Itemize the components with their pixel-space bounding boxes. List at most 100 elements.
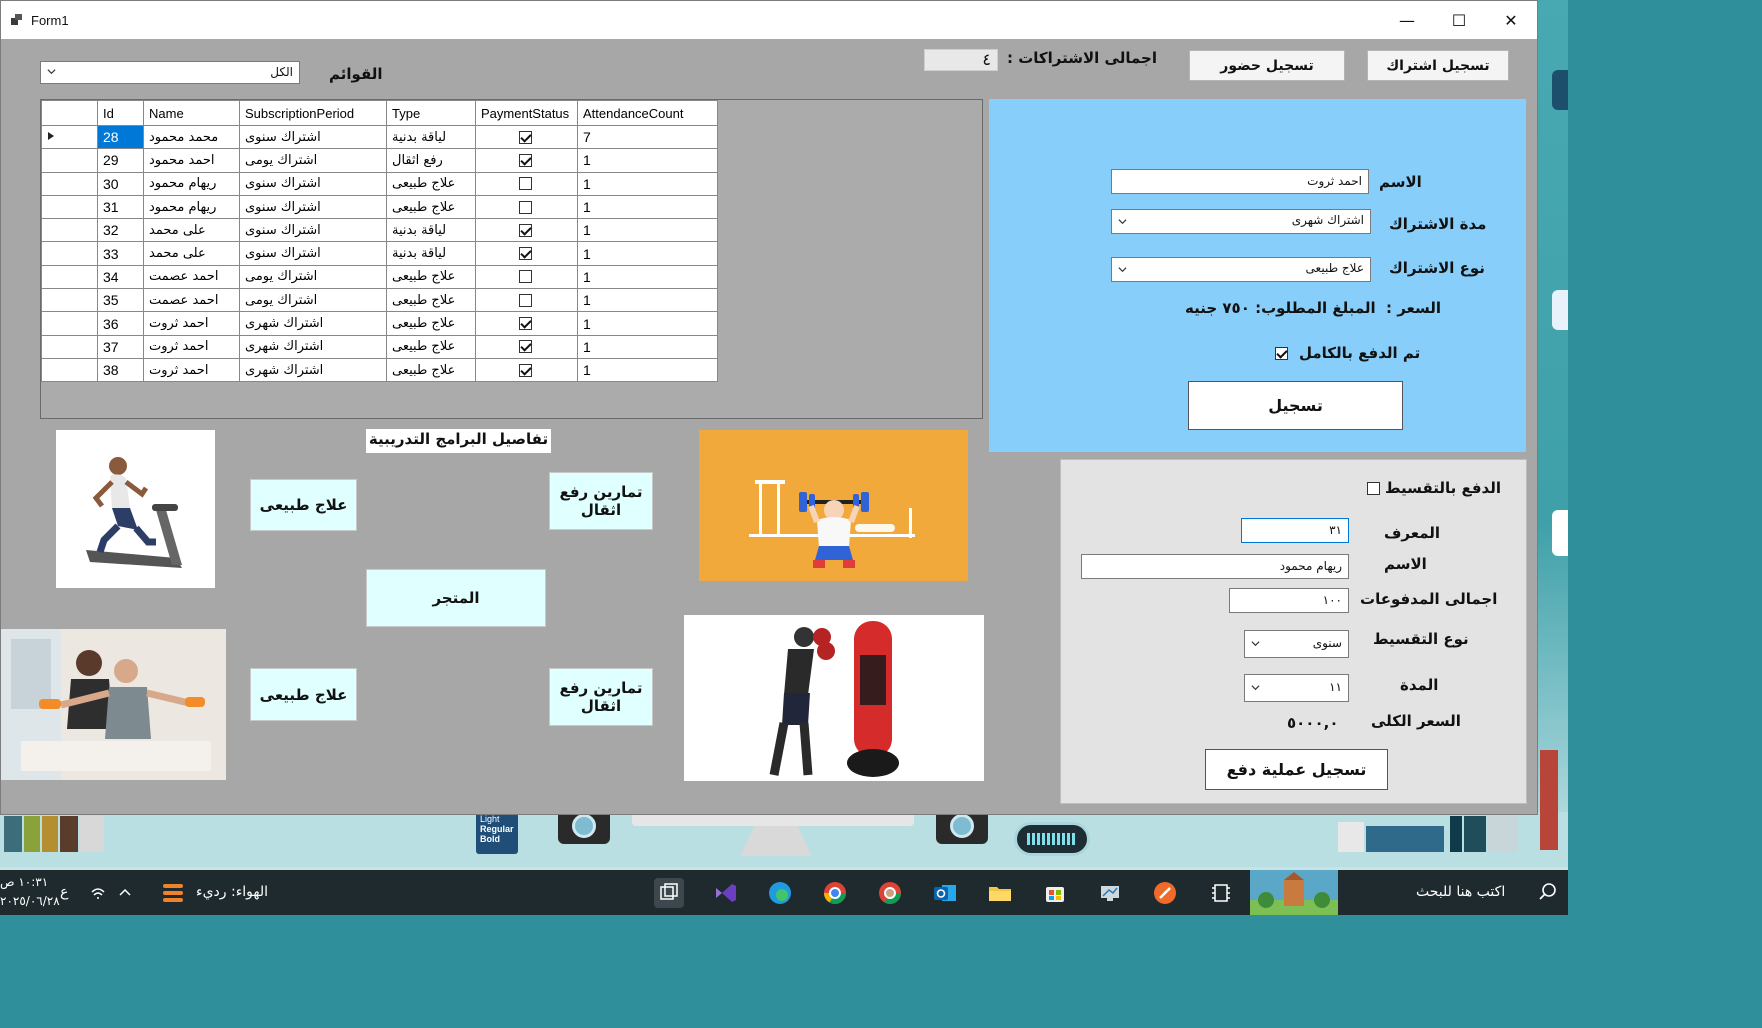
payment-status-checkbox[interactable] [519, 317, 532, 331]
cell-period[interactable]: اشتراك شهرى [239, 334, 387, 359]
cell-id[interactable]: 31 [97, 194, 144, 220]
cell-id[interactable]: 33 [97, 241, 144, 266]
cell-attendance-count[interactable]: 1 [577, 218, 718, 243]
register-subscription-button[interactable]: تسجيل اشتراك [1367, 50, 1509, 81]
minimize-button[interactable]: — [1381, 1, 1433, 39]
grid-row[interactable]: 32 على محمد اشتراك سنوى لياقة بدنية 1 [41, 218, 718, 243]
weights-button-1[interactable]: تمارين رفع اثقال [549, 472, 653, 530]
column-header-payment-status[interactable]: PaymentStatus [475, 100, 578, 126]
maximize-button[interactable]: ☐ [1433, 1, 1485, 39]
cell-type[interactable]: علاج طبيعى [386, 194, 476, 220]
cell-attendance-count[interactable]: 1 [577, 194, 718, 220]
cell-name[interactable]: على محمد [143, 241, 240, 266]
grid-row[interactable]: 36 احمد ثروت اشتراك شهرى علاج طبيعى 1 [41, 311, 718, 336]
treadmill-image[interactable] [56, 430, 215, 588]
chevron-up-icon[interactable] [118, 886, 132, 898]
weather-icon[interactable] [160, 880, 186, 906]
cell-name[interactable]: احمد ثروت [143, 311, 240, 336]
cell-type[interactable]: علاج طبيعى [386, 334, 476, 359]
row-header[interactable] [41, 241, 98, 266]
cell-period[interactable]: اشتراك سنوى [239, 218, 387, 243]
row-header[interactable] [41, 171, 98, 196]
payment-status-checkbox[interactable] [519, 200, 532, 214]
desktop-shortcut-icon[interactable] [1552, 290, 1568, 330]
payment-status-checkbox[interactable] [519, 177, 532, 191]
grid-row[interactable]: 28 محمد محمود اشتراك سنوى لياقة بدنية 7 [41, 124, 718, 150]
cell-period[interactable]: اشتراك سنوى [239, 241, 387, 266]
search-box[interactable]: اكتب هنا للبحث [1416, 884, 1505, 900]
cell-payment-status[interactable] [475, 218, 578, 243]
cell-id[interactable]: 28 [97, 124, 144, 150]
payment-status-checkbox[interactable] [519, 340, 532, 354]
input-language[interactable]: ع [60, 884, 68, 900]
subscription-period-combo[interactable]: اشتراك شهرى [1111, 209, 1371, 234]
row-header[interactable] [41, 148, 98, 173]
store-app-icon[interactable] [1040, 878, 1070, 908]
cell-attendance-count[interactable]: 1 [577, 241, 718, 266]
installment-type-combo[interactable]: سنوى [1244, 630, 1349, 658]
cell-attendance-count[interactable]: 1 [577, 288, 718, 313]
payment-status-checkbox[interactable] [519, 293, 532, 307]
row-header[interactable] [41, 194, 98, 220]
full-paid-checkbox[interactable] [1275, 347, 1288, 360]
cell-id[interactable]: 38 [97, 357, 144, 383]
cell-name[interactable]: احمد عصمت [143, 264, 240, 290]
grid-row[interactable]: 31 ريهام محمود اشتراك سنوى علاج طبيعى 1 [41, 194, 718, 220]
weightlifting-image[interactable] [699, 430, 968, 581]
cell-name[interactable]: ريهام محمود [143, 194, 240, 220]
cell-payment-status[interactable] [475, 148, 578, 173]
visual-studio-icon[interactable] [710, 878, 740, 908]
grid-row[interactable]: 35 احمد عصمت اشتراك يومى علاج طبيعى 1 [41, 288, 718, 313]
row-header[interactable] [41, 264, 98, 290]
cell-id[interactable]: 37 [97, 334, 144, 359]
cell-name[interactable]: احمد عصمت [143, 288, 240, 313]
grid-row[interactable]: 34 احمد عصمت اشتراك يومى علاج طبيعى 1 [41, 264, 718, 290]
grid-row[interactable]: 30 ريهام محمود اشتراك سنوى علاج طبيعى 1 [41, 171, 718, 196]
cell-attendance-count[interactable]: 1 [577, 148, 718, 173]
column-header-period[interactable]: SubscriptionPeriod [239, 100, 387, 126]
physiotherapy-image[interactable] [1, 629, 226, 780]
payment-status-checkbox[interactable] [519, 270, 532, 284]
cell-period[interactable]: اشتراك يومى [239, 288, 387, 313]
cell-payment-status[interactable] [475, 357, 578, 383]
grid-row[interactable]: 33 على محمد اشتراك سنوى لياقة بدنية 1 [41, 241, 718, 266]
cell-name[interactable]: احمد محمود [143, 148, 240, 173]
cell-type[interactable]: رفع اثقال [386, 148, 476, 173]
cell-name[interactable]: احمد ثروت [143, 357, 240, 383]
outlook-icon[interactable] [930, 878, 960, 908]
cell-payment-status[interactable] [475, 311, 578, 336]
payment-status-checkbox[interactable] [519, 247, 532, 261]
submit-registration-button[interactable]: تسجيل [1188, 381, 1403, 430]
cell-type[interactable]: لياقة بدنية [386, 218, 476, 243]
row-header[interactable] [41, 357, 98, 383]
cell-name[interactable]: ريهام محمود [143, 171, 240, 196]
cell-type[interactable]: لياقة بدنية [386, 241, 476, 266]
member-name-input[interactable]: احمد ثروت [1111, 169, 1369, 194]
search-icon[interactable] [1538, 882, 1558, 902]
cell-name[interactable]: على محمد [143, 218, 240, 243]
column-header-type[interactable]: Type [386, 100, 476, 126]
desktop-document-icon[interactable] [1552, 510, 1568, 556]
row-header[interactable] [41, 311, 98, 336]
cell-type[interactable]: علاج طبيعى [386, 311, 476, 336]
register-attendance-button[interactable]: تسجيل حضور [1189, 50, 1345, 81]
clock-date[interactable]: ٢٠٢٥/٠٦/٢٨ [0, 894, 60, 908]
close-button[interactable]: ✕ [1485, 1, 1537, 39]
cell-id[interactable]: 34 [97, 264, 144, 290]
cell-period[interactable]: اشتراك شهرى [239, 357, 387, 383]
clock-time[interactable]: ١٠:٣١ ص [0, 875, 48, 889]
lists-filter-combo[interactable]: الكل [40, 61, 300, 84]
members-grid[interactable]: Id Name SubscriptionPeriod Type PaymentS… [40, 99, 983, 419]
remote-desktop-icon[interactable] [1095, 878, 1125, 908]
row-header[interactable] [41, 334, 98, 359]
installment-duration-combo[interactable]: ١١ [1244, 674, 1349, 702]
desktop-app-icon[interactable] [1552, 70, 1568, 110]
physio-button-1[interactable]: علاج طبيعى [250, 479, 357, 531]
payment-status-checkbox[interactable] [519, 130, 532, 144]
cell-attendance-count[interactable]: 1 [577, 264, 718, 290]
cell-type[interactable]: علاج طبيعى [386, 171, 476, 196]
wifi-icon[interactable] [90, 886, 106, 900]
cell-id[interactable]: 30 [97, 171, 144, 196]
cell-payment-status[interactable] [475, 241, 578, 266]
row-header[interactable] [41, 124, 98, 150]
